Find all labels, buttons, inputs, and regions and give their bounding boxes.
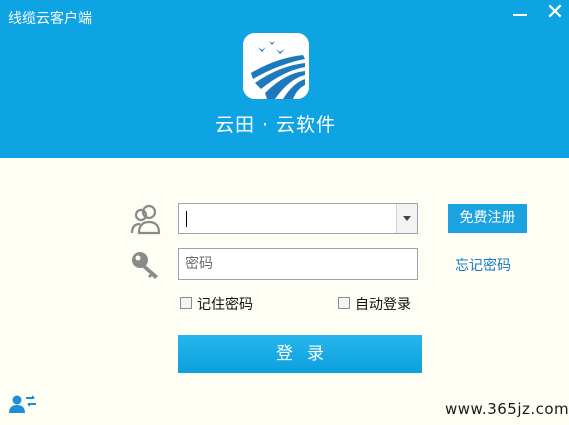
remember-password-checkbox[interactable] xyxy=(180,297,192,309)
close-button[interactable]: ✕ xyxy=(544,2,566,24)
brand-name-text: 云田 · 云软件 xyxy=(214,114,337,136)
minimize-icon[interactable] xyxy=(513,14,527,16)
brand-name: 云田 · 云软件 xyxy=(0,110,569,137)
forgot-password-link[interactable]: 忘记密码 xyxy=(455,255,511,275)
window-title: 线缆云客户端 xyxy=(8,11,92,27)
username-combobox[interactable] xyxy=(178,203,418,234)
user-icon xyxy=(130,203,161,235)
login-button[interactable]: 登录 xyxy=(178,335,422,373)
username-dropdown-button[interactable] xyxy=(396,204,417,233)
key-icon xyxy=(131,250,163,280)
bird-field-logo xyxy=(243,33,309,99)
auto-login-label: 自动登录 xyxy=(355,297,411,313)
auto-login-checkbox[interactable] xyxy=(338,297,350,309)
register-button[interactable]: 免费注册 xyxy=(448,204,527,233)
username-input[interactable] xyxy=(179,204,395,233)
password-field[interactable] xyxy=(178,248,418,280)
password-input[interactable] xyxy=(179,249,417,279)
watermark-text: www.365jz.com xyxy=(445,400,569,418)
remember-password-label: 记住密码 xyxy=(197,297,253,313)
switch-account-icon[interactable] xyxy=(9,392,37,414)
text-cursor xyxy=(186,211,187,227)
minimize-button[interactable] xyxy=(508,2,532,24)
chevron-down-icon xyxy=(403,216,411,221)
header-banner: 线缆云客户端 ✕ 云田 · 云软件 xyxy=(0,0,569,158)
